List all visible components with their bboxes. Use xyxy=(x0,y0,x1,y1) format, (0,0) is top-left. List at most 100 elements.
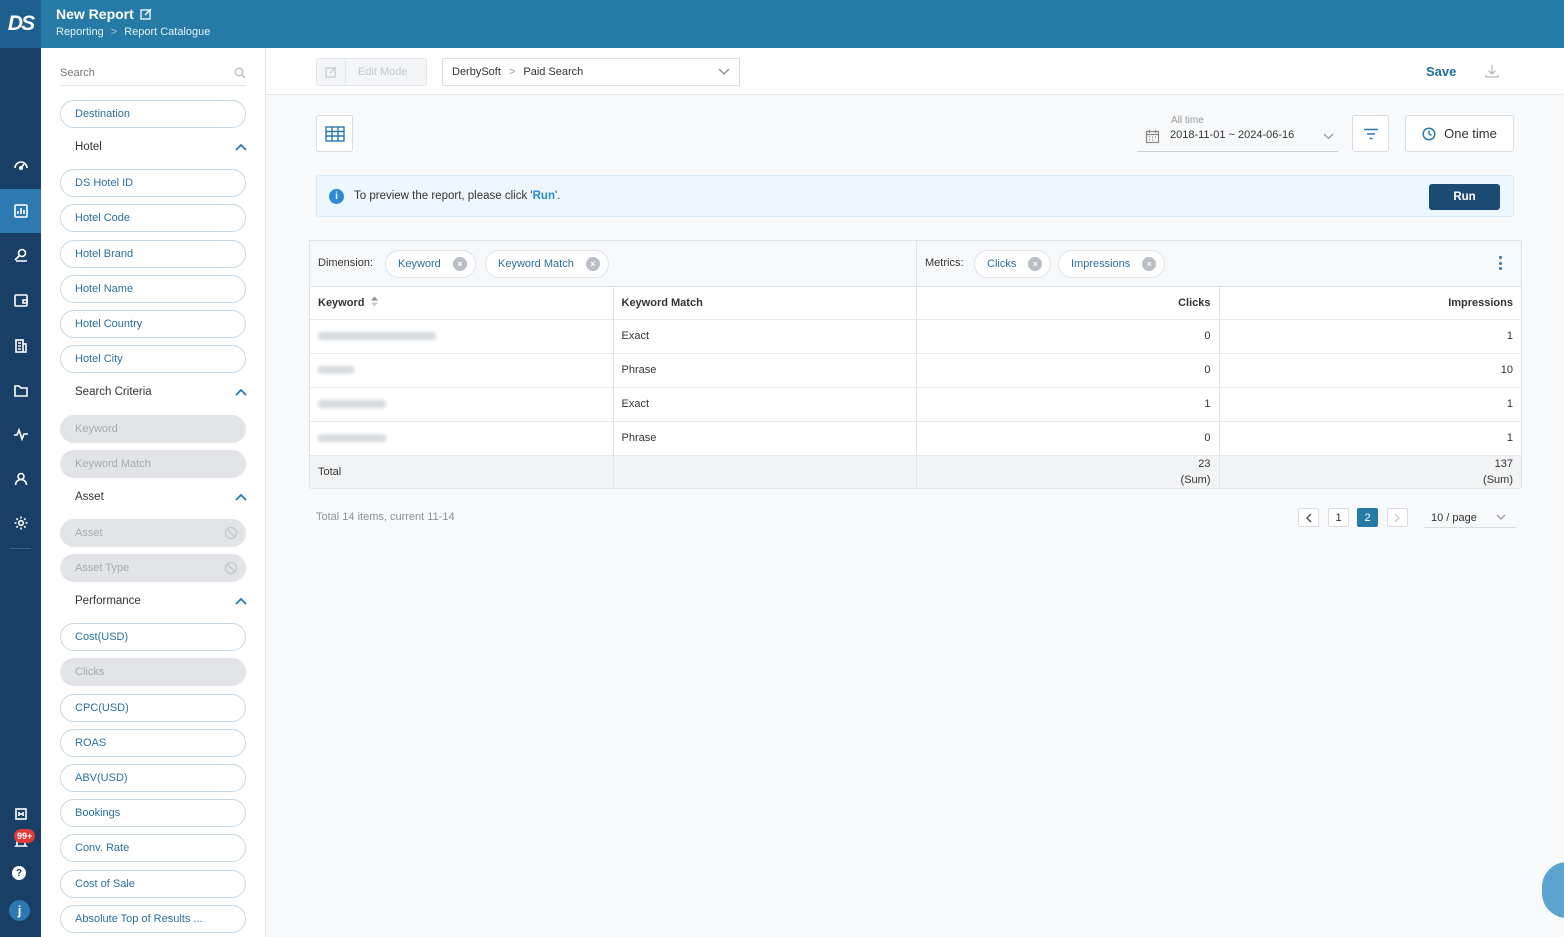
schedule-label: One time xyxy=(1444,126,1497,141)
group-label: Search Criteria xyxy=(75,386,152,398)
column-header-clicks[interactable]: Clicks xyxy=(916,287,1220,320)
group-hotel[interactable]: Hotel xyxy=(75,137,247,157)
field-cost[interactable]: Cost(USD) xyxy=(60,623,246,651)
total-impressions-cell: 137 (Sum) xyxy=(1219,454,1521,489)
keyword-match-cell: Phrase xyxy=(613,421,917,456)
field-sidebar: Destination Hotel DS Hotel ID Hotel Code… xyxy=(41,48,266,937)
table-view-button[interactable] xyxy=(316,115,353,152)
field-label: Asset xyxy=(75,527,103,539)
metric-chip-impressions[interactable]: Impressions × xyxy=(1058,250,1166,278)
column-header-keyword-match[interactable]: Keyword Match xyxy=(613,287,917,320)
settings-icon[interactable] xyxy=(0,501,41,545)
search-tool-icon[interactable] xyxy=(0,233,41,277)
group-search-criteria[interactable]: Search Criteria xyxy=(75,382,247,402)
calendar-icon xyxy=(1145,129,1160,144)
remove-chip-icon[interactable]: × xyxy=(1028,257,1043,271)
remove-chip-icon[interactable]: × xyxy=(1142,257,1157,271)
total-clicks-value: 23 xyxy=(1198,457,1211,470)
page-1-button[interactable]: 1 xyxy=(1328,508,1349,527)
total-agg-label: (Sum) xyxy=(1483,473,1513,486)
dimension-chip-keyword-match[interactable]: Keyword Match × xyxy=(485,250,609,278)
building-icon[interactable] xyxy=(0,324,41,368)
divider xyxy=(916,241,917,287)
datasource-account: DerbySoft xyxy=(452,66,501,78)
edit-title-icon[interactable] xyxy=(140,8,152,20)
field-absolute-top[interactable]: Absolute Top of Results ... xyxy=(60,905,246,933)
field-keyword-match: Keyword Match xyxy=(60,450,246,478)
prev-page-button[interactable] xyxy=(1298,508,1319,527)
keyword-cell-redacted xyxy=(310,387,614,422)
activity-icon[interactable] xyxy=(0,412,41,456)
group-label: Hotel xyxy=(75,141,102,153)
more-options-icon[interactable] xyxy=(1499,256,1503,270)
chevron-left-icon xyxy=(1305,512,1312,523)
chevron-up-icon[interactable] xyxy=(235,388,247,396)
total-impressions-value: 137 xyxy=(1494,457,1513,470)
left-rail: DS 99+ ? j xyxy=(0,0,41,937)
field-abv[interactable]: ABV(USD) xyxy=(60,764,246,792)
field-hotel-brand[interactable]: Hotel Brand xyxy=(60,240,246,268)
next-page-button[interactable] xyxy=(1387,508,1408,527)
info-message-prefix: To preview the report, please click ' xyxy=(354,190,533,202)
table-row: Exact 1 1 xyxy=(310,387,1521,422)
remove-chip-icon[interactable]: × xyxy=(585,257,600,271)
field-hotel-code[interactable]: Hotel Code xyxy=(60,204,246,232)
sort-icon[interactable] xyxy=(370,296,379,310)
download-icon[interactable] xyxy=(1484,63,1500,79)
user-avatar[interactable]: j xyxy=(9,900,30,921)
help-icon[interactable]: ? xyxy=(12,866,26,880)
chip-label: Keyword Match xyxy=(498,258,574,270)
field-hotel-city[interactable]: Hotel City xyxy=(60,345,246,373)
breadcrumb-report-catalogue[interactable]: Report Catalogue xyxy=(124,26,210,38)
field-conv-rate[interactable]: Conv. Rate xyxy=(60,834,246,862)
chevron-up-icon[interactable] xyxy=(235,493,247,501)
field-asset: Asset xyxy=(60,519,246,547)
breadcrumb-reporting[interactable]: Reporting xyxy=(56,26,104,38)
remove-chip-icon[interactable]: × xyxy=(452,257,467,271)
field-ds-hotel-id[interactable]: DS Hotel ID xyxy=(60,169,246,197)
page-2-button[interactable]: 2 xyxy=(1357,508,1378,527)
column-header-keyword[interactable]: Keyword xyxy=(310,287,614,320)
dashboard-icon[interactable] xyxy=(0,143,41,187)
field-cost-of-sale[interactable]: Cost of Sale xyxy=(60,870,246,898)
total-empty-cell xyxy=(613,454,917,489)
user-icon[interactable] xyxy=(0,457,41,501)
page-size-select[interactable]: 10 / page xyxy=(1424,508,1516,528)
run-button[interactable]: Run xyxy=(1429,184,1500,210)
date-range-label: All time xyxy=(1171,115,1204,126)
field-cpc[interactable]: CPC(USD) xyxy=(60,694,246,722)
schedule-button[interactable]: One time xyxy=(1405,115,1514,152)
report-toolbar: Edit Mode DerbySoft > Paid Search Save xyxy=(266,48,1564,95)
sidebar-search-input[interactable] xyxy=(60,66,210,79)
folder-icon[interactable] xyxy=(0,368,41,412)
report-icon[interactable] xyxy=(0,189,41,233)
field-roas[interactable]: ROAS xyxy=(60,729,246,757)
field-hotel-name[interactable]: Hotel Name xyxy=(60,275,246,303)
disabled-icon xyxy=(224,526,238,540)
keyword-cell-redacted xyxy=(310,319,614,354)
wallet-icon[interactable] xyxy=(0,278,41,322)
chevron-up-icon[interactable] xyxy=(235,143,247,151)
search-icon[interactable] xyxy=(234,67,246,79)
field-bookings[interactable]: Bookings xyxy=(60,799,246,827)
dimension-metrics-bar: Dimension: Keyword × Keyword Match × Metri… xyxy=(310,241,1521,287)
chat-widget-button[interactable] xyxy=(1542,862,1564,918)
dimension-chip-keyword[interactable]: Keyword × xyxy=(385,250,476,278)
column-header-impressions[interactable]: Impressions xyxy=(1219,287,1521,320)
field-keyword: Keyword xyxy=(60,415,246,443)
group-performance[interactable]: Performance xyxy=(75,591,247,611)
field-hotel-country[interactable]: Hotel Country xyxy=(60,310,246,338)
chevron-up-icon[interactable] xyxy=(235,597,247,605)
chip-label: Impressions xyxy=(1071,258,1131,270)
ds-logo[interactable]: DS xyxy=(0,0,41,48)
save-button[interactable]: Save xyxy=(1426,64,1456,79)
page-header: New Report Reporting > Report Catalogue xyxy=(41,0,1564,48)
table-total-row: Total 23 (Sum) 137 (Sum) xyxy=(310,454,1521,489)
metric-chip-clicks[interactable]: Clicks × xyxy=(974,250,1052,278)
date-range-picker[interactable]: All time 2018-11-01 ~ 2024-06-16 xyxy=(1137,112,1338,152)
group-asset[interactable]: Asset xyxy=(75,487,247,507)
edit-icon xyxy=(317,59,346,85)
datasource-select[interactable]: DerbySoft > Paid Search xyxy=(442,58,740,86)
filter-button[interactable] xyxy=(1352,115,1389,152)
field-destination[interactable]: Destination xyxy=(60,100,246,128)
